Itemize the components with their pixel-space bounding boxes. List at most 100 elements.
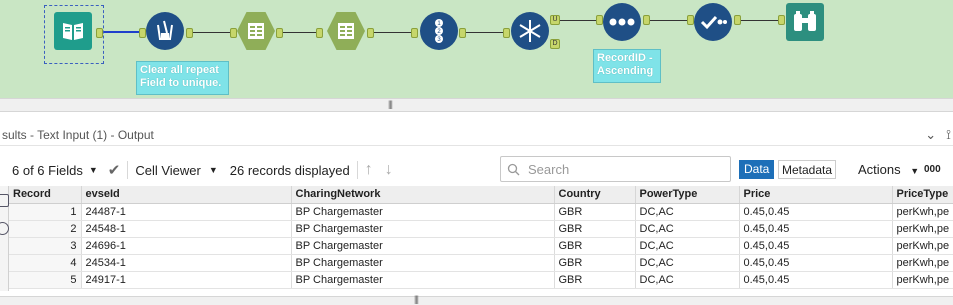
connection-line[interactable] <box>741 20 779 21</box>
table-row[interactable]: 2 24548-1 BP Chargemaster GBR DC,AC 0.45… <box>9 220 953 238</box>
output-anchor[interactable] <box>367 28 374 38</box>
table-cell[interactable]: GBR <box>554 220 636 238</box>
column-header[interactable]: Price <box>739 186 893 204</box>
snowflake-icon <box>519 20 541 42</box>
more-button[interactable]: 000 <box>924 160 941 179</box>
output-anchor[interactable] <box>276 28 283 38</box>
column-header[interactable]: evseId <box>81 186 292 204</box>
table-cell[interactable]: GBR <box>554 254 636 272</box>
duplicate-output-anchor[interactable]: D <box>550 39 560 49</box>
table-cell[interactable]: DC,AC <box>635 220 740 238</box>
table-row[interactable]: 1 24487-1 BP Chargemaster GBR DC,AC 0.45… <box>9 203 953 221</box>
table-cell[interactable]: perKwh,pe <box>892 254 953 272</box>
table-cell[interactable]: BP Chargemaster <box>291 271 555 289</box>
connection-line[interactable] <box>283 32 317 33</box>
text-input-tool[interactable] <box>54 12 92 50</box>
table-cell[interactable]: 24917-1 <box>81 271 292 289</box>
search-input[interactable]: Search <box>500 156 731 182</box>
record-cell[interactable]: 5 <box>9 271 82 289</box>
table-cell[interactable]: 0.45,0.45 <box>739 220 893 238</box>
connection-line[interactable] <box>560 20 596 21</box>
metadata-tab[interactable]: Metadata <box>778 160 837 179</box>
formula-tool[interactable] <box>146 12 184 50</box>
table-cell[interactable]: perKwh,pe <box>892 220 953 238</box>
table-cell[interactable]: 0.45,0.45 <box>739 237 893 255</box>
join-tool[interactable] <box>511 12 549 50</box>
input-anchor[interactable] <box>230 28 237 38</box>
connection-line[interactable] <box>374 32 412 33</box>
input-anchor[interactable] <box>316 28 323 38</box>
arrow-down-icon[interactable]: ↓ <box>385 161 393 179</box>
table-cell[interactable]: DC,AC <box>635 203 740 221</box>
table-cell[interactable]: BP Chargemaster <box>291 237 555 255</box>
output-anchor[interactable] <box>459 28 466 38</box>
input-anchor[interactable] <box>596 15 603 25</box>
column-header[interactable]: PriceType <box>892 186 953 204</box>
pin-icon[interactable]: ⟟ <box>946 127 951 143</box>
select-tool[interactable] <box>694 3 732 41</box>
header-row: Record evseId CharingNetwork Country Pow… <box>9 186 953 204</box>
workflow-canvas[interactable]: 1 2 3 U D Clear all repeat Field to uniq… <box>0 0 953 98</box>
column-header[interactable]: PowerType <box>635 186 740 204</box>
output-anchor[interactable] <box>186 28 193 38</box>
table-cell[interactable]: GBR <box>554 271 636 289</box>
column-header[interactable]: CharingNetwork <box>291 186 555 204</box>
table-cell[interactable]: 0.45,0.45 <box>739 254 893 272</box>
browse-tool[interactable] <box>786 3 824 41</box>
connection-line[interactable] <box>466 32 504 33</box>
output-anchor[interactable] <box>643 15 650 25</box>
cell-viewer-selector[interactable]: Cell Viewer ▼ <box>135 163 217 178</box>
table-cell[interactable]: GBR <box>554 203 636 221</box>
record-id-tool[interactable]: 1 2 3 <box>420 12 458 50</box>
table-cell[interactable]: BP Chargemaster <box>291 254 555 272</box>
circle-icon[interactable] <box>0 222 9 235</box>
table-row[interactable]: 3 24696-1 BP Chargemaster GBR DC,AC 0.45… <box>9 237 953 255</box>
table-cell[interactable]: DC,AC <box>635 237 740 255</box>
table-cell[interactable]: DC,AC <box>635 271 740 289</box>
input-anchor[interactable] <box>687 15 694 25</box>
table-cell[interactable]: 24534-1 <box>81 254 292 272</box>
arrow-up-icon[interactable]: ↑ <box>365 161 373 179</box>
output-anchor[interactable] <box>96 28 103 38</box>
input-anchor[interactable] <box>411 28 418 38</box>
table-row[interactable]: 5 24917-1 BP Chargemaster GBR DC,AC 0.45… <box>9 271 953 289</box>
table-cell[interactable]: GBR <box>554 237 636 255</box>
record-cell[interactable]: 1 <box>9 203 82 221</box>
data-tab[interactable]: Data <box>739 160 775 179</box>
table-cell[interactable]: 24696-1 <box>81 237 292 255</box>
input-anchor[interactable] <box>778 15 785 25</box>
canvas-splitter[interactable]: ||| <box>0 98 953 112</box>
table-cell[interactable]: 0.45,0.45 <box>739 271 893 289</box>
unique-output-anchor[interactable]: U <box>550 15 560 25</box>
table-cell[interactable]: 24548-1 <box>81 220 292 238</box>
table-cell[interactable]: DC,AC <box>635 254 740 272</box>
table-cell[interactable]: BP Chargemaster <box>291 220 555 238</box>
actions-menu[interactable]: Actions ▼ <box>858 160 919 179</box>
record-cell[interactable]: 2 <box>9 220 82 238</box>
check-icon[interactable]: ✔ <box>108 161 121 179</box>
connection-line[interactable] <box>193 32 231 33</box>
record-cell[interactable]: 3 <box>9 237 82 255</box>
column-header[interactable]: Country <box>554 186 636 204</box>
connection-line[interactable] <box>104 31 140 33</box>
table-cell[interactable]: 0.45,0.45 <box>739 203 893 221</box>
column-header[interactable]: Record <box>9 186 82 204</box>
output-anchor[interactable] <box>734 15 741 25</box>
table-cell[interactable]: 24487-1 <box>81 203 292 221</box>
table-row[interactable]: 4 24534-1 BP Chargemaster GBR DC,AC 0.45… <box>9 254 953 272</box>
input-anchor[interactable] <box>139 28 146 38</box>
record-cell[interactable]: 4 <box>9 254 82 272</box>
table-cell[interactable]: BP Chargemaster <box>291 203 555 221</box>
summarize-tool[interactable] <box>327 12 365 50</box>
table-cell[interactable]: perKwh,pe <box>892 271 953 289</box>
table-cell[interactable]: perKwh,pe <box>892 203 953 221</box>
collapse-icon[interactable]: ⌄ <box>925 127 936 143</box>
connection-line[interactable] <box>650 20 688 21</box>
fields-selector[interactable]: 6 of 6 Fields ▼ <box>12 163 98 178</box>
summarize-tool[interactable] <box>237 12 275 50</box>
table-cell[interactable]: perKwh,pe <box>892 237 953 255</box>
input-anchor[interactable] <box>503 28 510 38</box>
sort-tool[interactable] <box>603 3 641 41</box>
chevron-icon[interactable] <box>0 194 9 207</box>
horizontal-scrollbar[interactable]: ||| <box>0 294 953 305</box>
